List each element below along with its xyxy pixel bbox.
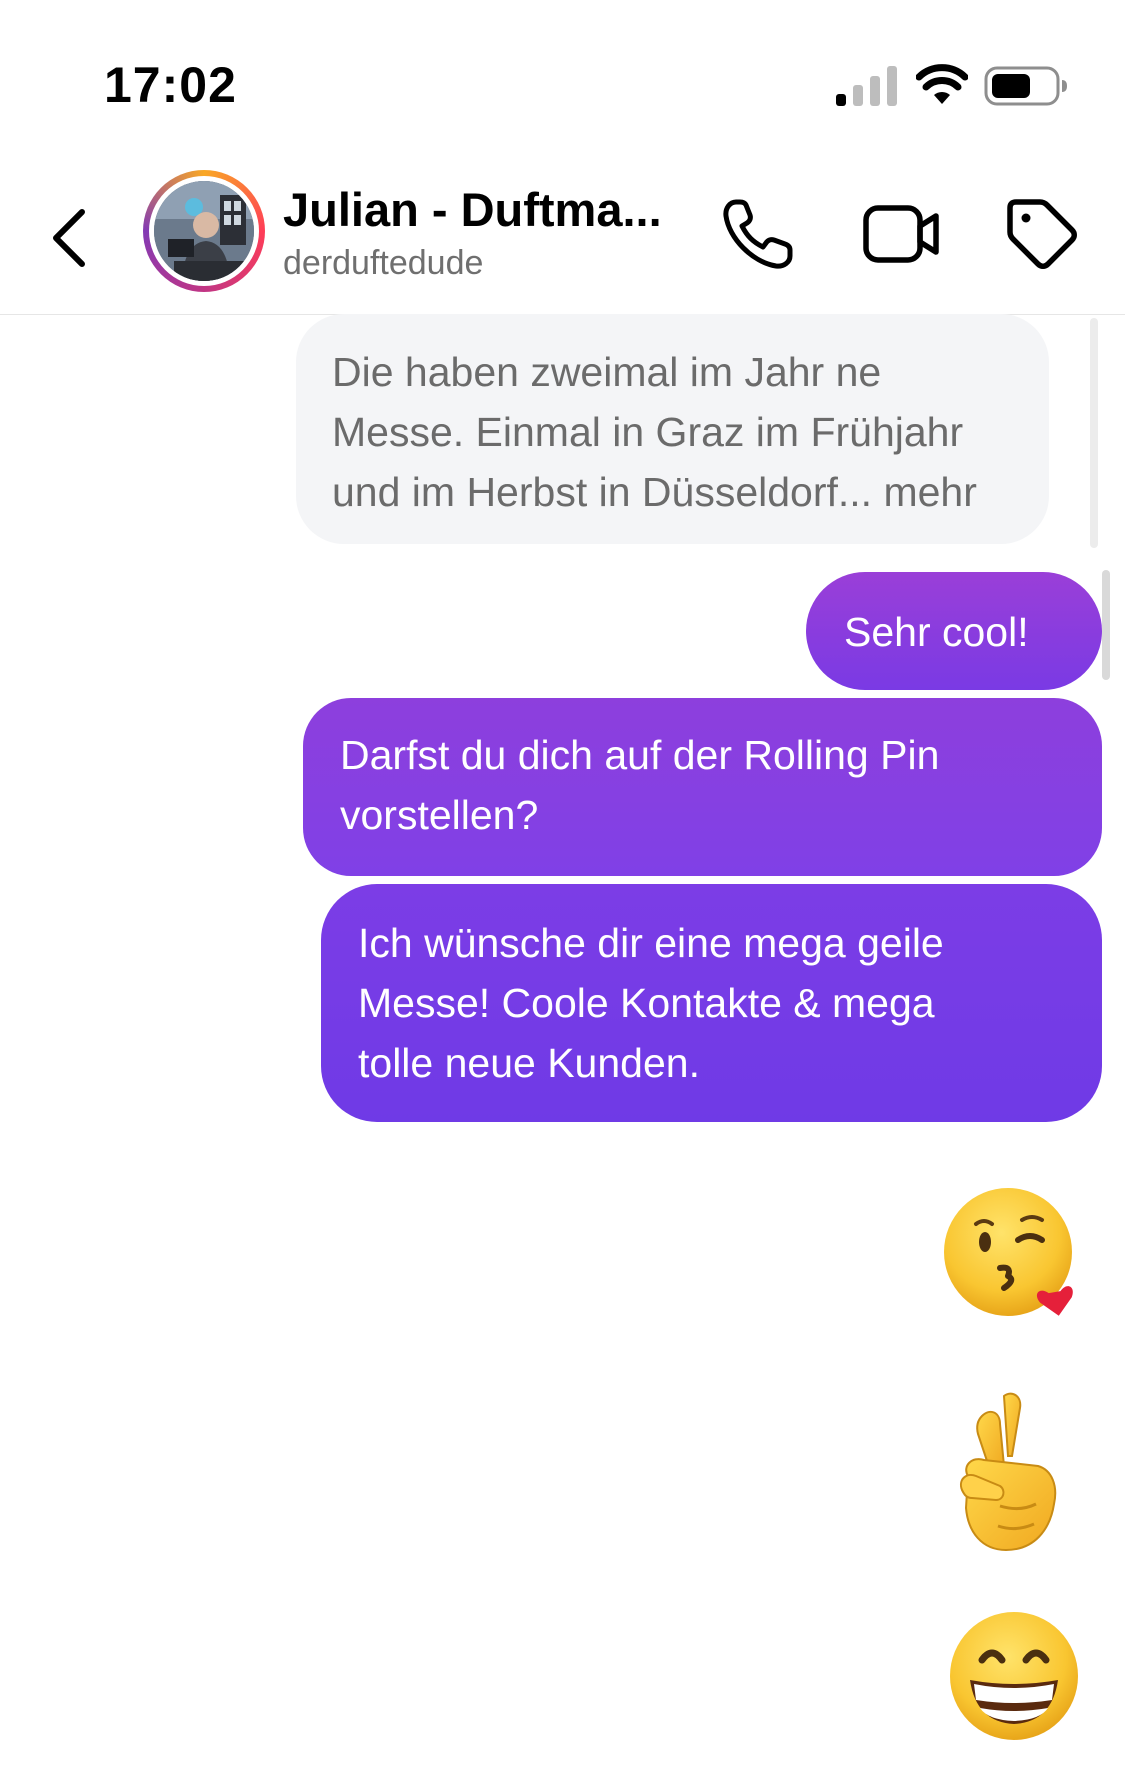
received-message-bubble[interactable]: Die haben zweimal im Jahr ne Messe. Einm… (296, 314, 1049, 544)
message-text: und im Herbst in Düsseldorf... (332, 469, 873, 515)
message-line: Messe! Coole Kontakte & mega (358, 980, 935, 1026)
status-time: 17:02 (104, 57, 237, 113)
sent-message-bubble[interactable]: Darfst du dich auf der Rolling Pin vorst… (303, 698, 1102, 876)
scrollbar-track[interactable] (1090, 318, 1098, 548)
avatar-story-ring[interactable] (143, 170, 265, 292)
face-blowing-kiss-emoji-icon[interactable] (938, 1180, 1088, 1330)
beaming-face-emoji-icon[interactable] (944, 1604, 1094, 1754)
message-line: vorstellen? (340, 792, 539, 838)
tag-icon[interactable] (1002, 194, 1082, 274)
back-chevron-icon[interactable] (42, 198, 102, 278)
message-line: tolle neue Kunden. (358, 1040, 700, 1086)
message-text: Sehr cool! (844, 609, 1029, 655)
wifi-icon (916, 64, 968, 104)
avatar-photo (154, 181, 254, 281)
contact-name[interactable]: Julian - Duftma... (283, 182, 662, 237)
more-link[interactable]: mehr (883, 469, 976, 515)
sent-message-bubble[interactable]: Ich wünsche dir eine mega geile Messe! C… (321, 884, 1102, 1122)
cellular-signal-icon (836, 66, 897, 106)
video-camera-icon[interactable] (862, 196, 942, 272)
crossed-fingers-emoji-icon[interactable] (942, 1386, 1072, 1556)
phone-icon[interactable] (720, 196, 796, 272)
message-line: Darfst du dich auf der Rolling Pin (340, 732, 940, 778)
message-line: und im Herbst in Düsseldorf... mehr (332, 462, 1015, 522)
scrollbar-thumb[interactable] (1102, 570, 1110, 680)
message-line: Die haben zweimal im Jahr ne (332, 349, 882, 395)
battery-icon (984, 66, 1067, 106)
chat-header: Julian - Duftma... derduftedude (0, 160, 1125, 315)
profile-photo-image (154, 181, 254, 281)
avatar (149, 176, 259, 286)
sent-message-bubble[interactable]: Sehr cool! (806, 572, 1102, 690)
message-line: Ich wünsche dir eine mega geile (358, 920, 944, 966)
message-line: Messe. Einmal in Graz im Frühjahr (332, 409, 964, 455)
status-bar: 17:02 (0, 0, 1125, 160)
contact-username: derduftedude (283, 244, 484, 282)
